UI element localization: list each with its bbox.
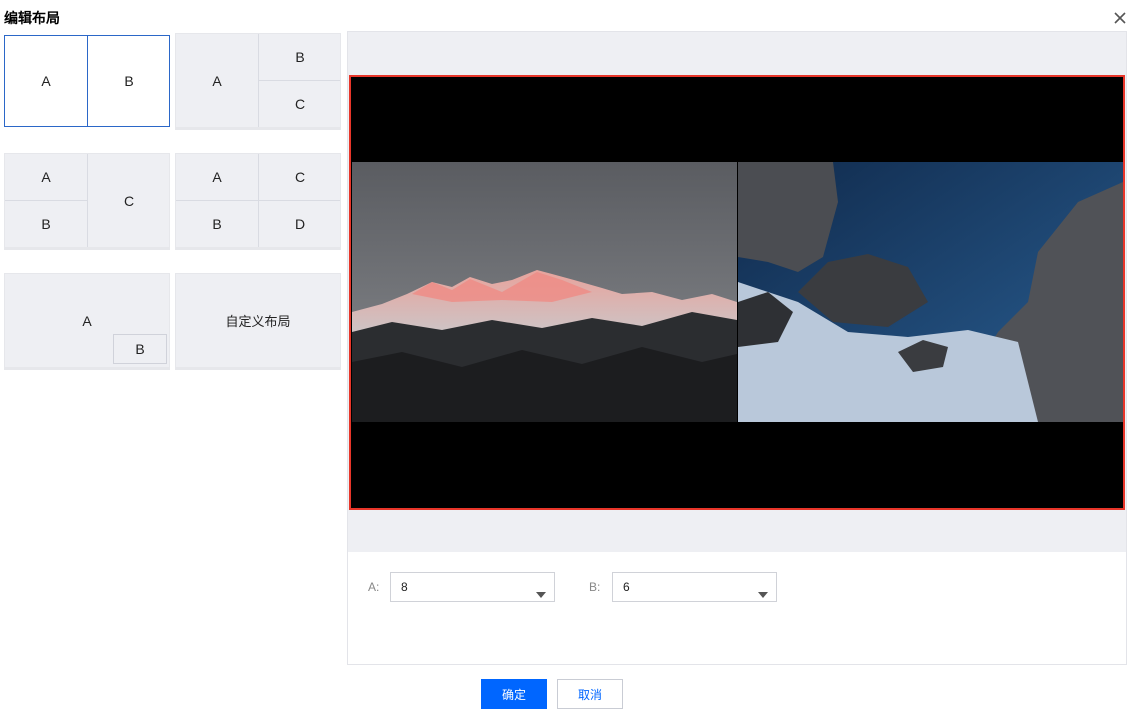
layout-option-two-columns[interactable]: A B xyxy=(4,35,170,127)
cell-a-label: A xyxy=(212,169,222,185)
custom-layout-label: 自定义布局 xyxy=(225,315,291,330)
close-icon[interactable] xyxy=(1111,9,1129,27)
b-select[interactable]: 6 xyxy=(612,572,777,602)
divider xyxy=(176,200,340,201)
layout-settings-panel: A: 8 B: 6 xyxy=(347,552,1127,665)
a-label: A: xyxy=(368,580,380,594)
cell-b-label: B xyxy=(212,216,222,232)
cell-c-label: C xyxy=(123,192,135,209)
video-tile-a[interactable] xyxy=(352,162,737,422)
layout-option-custom[interactable]: 自定义布局 xyxy=(175,273,341,370)
b-select-value: 6 xyxy=(623,580,630,594)
layout-option-grid-four[interactable]: A B C D xyxy=(175,153,341,250)
cell-c-label: C xyxy=(294,96,306,112)
layout-option-left-right-split[interactable]: A B C xyxy=(175,33,341,130)
caret-down-icon xyxy=(536,585,546,603)
preview-canvas[interactable] xyxy=(349,75,1125,510)
cell-b-label: B xyxy=(295,49,305,65)
layout-option-left-split-right[interactable]: A B C xyxy=(4,153,170,250)
layout-preview xyxy=(347,31,1127,553)
caret-down-icon xyxy=(758,585,768,603)
cell-d-label: D xyxy=(294,216,306,232)
cell-b-label: B xyxy=(124,73,134,89)
b-label: B: xyxy=(589,580,601,594)
cell-b-label: B xyxy=(113,334,167,364)
cancel-button[interactable]: 取消 xyxy=(557,679,623,709)
cell-a-label: A xyxy=(212,72,222,89)
layout-option-picture-in-picture[interactable]: A B xyxy=(4,273,170,370)
cell-b-label: B xyxy=(41,216,51,232)
cell-a-label: A xyxy=(41,73,51,89)
video-tile-b[interactable] xyxy=(738,162,1123,422)
confirm-button[interactable]: 确定 xyxy=(481,679,547,709)
a-select-value: 8 xyxy=(401,580,408,594)
cell-a-label: A xyxy=(41,169,51,185)
cell-c-label: C xyxy=(294,169,306,185)
a-select[interactable]: 8 xyxy=(390,572,555,602)
dialog-title: 编辑布局 xyxy=(4,11,60,27)
